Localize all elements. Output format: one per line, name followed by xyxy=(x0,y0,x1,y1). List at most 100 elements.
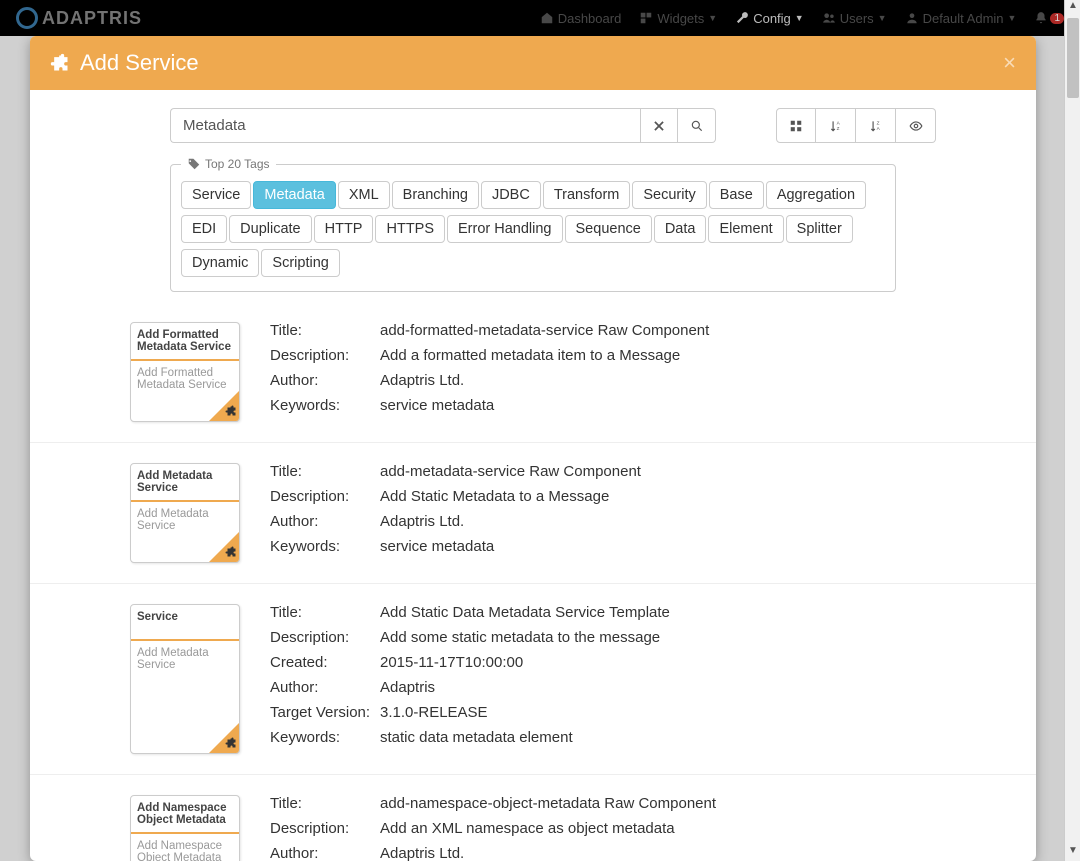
tag-transform[interactable]: Transform xyxy=(543,181,631,209)
tag-metadata[interactable]: Metadata xyxy=(253,181,335,209)
meta-value-description: Add Static Metadata to a Message xyxy=(380,488,609,505)
meta-value-description: Add a formatted metadata item to a Messa… xyxy=(380,347,680,364)
meta-value-author: Adaptris Ltd. xyxy=(380,845,464,861)
eye-icon xyxy=(909,119,923,133)
view-grid-button[interactable] xyxy=(776,108,816,143)
tags-legend-text: Top 20 Tags xyxy=(205,157,270,171)
meta-value-title: add-formatted-metadata-service Raw Compo… xyxy=(380,322,709,339)
puzzle-icon xyxy=(50,53,70,73)
search-input[interactable] xyxy=(170,108,640,143)
result-item[interactable]: Add Formatted Metadata ServiceAdd Format… xyxy=(30,302,1036,442)
meta-row: Title:add-metadata-service Raw Component xyxy=(270,463,976,480)
svg-text:A: A xyxy=(836,120,840,125)
modal-close-button[interactable]: × xyxy=(1003,50,1016,76)
svg-text:A: A xyxy=(876,126,880,131)
meta-value-keywords: service metadata xyxy=(380,397,494,414)
card-subtitle: Add Metadata Service xyxy=(131,641,239,699)
tag-error-handling[interactable]: Error Handling xyxy=(447,215,563,243)
tags-icon xyxy=(187,157,201,171)
puzzle-icon xyxy=(225,737,237,752)
svg-text:Z: Z xyxy=(876,120,879,125)
service-card: Add Formatted Metadata ServiceAdd Format… xyxy=(130,322,240,422)
meta-label-created: Created: xyxy=(270,654,380,671)
tag-sequence[interactable]: Sequence xyxy=(565,215,652,243)
meta-label-keywords: Keywords: xyxy=(270,538,380,555)
puzzle-icon xyxy=(225,546,237,561)
tags-legend: Top 20 Tags xyxy=(181,157,276,171)
tag-jdbc[interactable]: JDBC xyxy=(481,181,541,209)
result-item[interactable]: ServiceAdd Metadata Service Title:Add Sta… xyxy=(30,583,1036,774)
meta-label-title: Title: xyxy=(270,322,380,339)
meta-row: Keywords:service metadata xyxy=(270,538,976,555)
tag-security[interactable]: Security xyxy=(632,181,706,209)
search-icon xyxy=(690,119,704,133)
meta-row: Author:Adaptris Ltd. xyxy=(270,845,976,861)
meta-value-title: Add Static Data Metadata Service Templat… xyxy=(380,604,670,621)
meta-label-keywords: Keywords: xyxy=(270,397,380,414)
close-icon xyxy=(652,119,666,133)
result-list: Add Formatted Metadata ServiceAdd Format… xyxy=(30,302,1036,861)
result-item[interactable]: Add Metadata ServiceAdd Metadata Service… xyxy=(30,442,1036,583)
sort-desc-button[interactable]: ZA xyxy=(856,108,896,143)
meta-value-author: Adaptris Ltd. xyxy=(380,372,464,389)
meta-value-title: add-namespace-object-metadata Raw Compon… xyxy=(380,795,716,812)
meta-row: Keywords:service metadata xyxy=(270,397,976,414)
svg-text:Z: Z xyxy=(836,126,839,131)
service-card: Add Metadata ServiceAdd Metadata Service xyxy=(130,463,240,563)
tag-edi[interactable]: EDI xyxy=(181,215,227,243)
meta-label-author: Author: xyxy=(270,513,380,530)
tags-fieldset: Top 20 Tags ServiceMetadataXMLBranchingJ… xyxy=(170,157,896,292)
meta-row: Target Version:3.1.0-RELEASE xyxy=(270,704,976,721)
meta-label-author: Author: xyxy=(270,372,380,389)
meta-row: Title:add-namespace-object-metadata Raw … xyxy=(270,795,976,812)
sort-asc-icon: AZ xyxy=(829,119,843,133)
meta-table: Title:add-namespace-object-metadata Raw … xyxy=(270,795,976,861)
tag-element[interactable]: Element xyxy=(708,215,783,243)
tag-duplicate[interactable]: Duplicate xyxy=(229,215,311,243)
meta-label-description: Description: xyxy=(270,629,380,646)
meta-label-author: Author: xyxy=(270,845,380,861)
meta-value-title: add-metadata-service Raw Component xyxy=(380,463,641,480)
result-item[interactable]: Add Namespace Object MetadataAdd Namespa… xyxy=(30,774,1036,861)
sort-asc-button[interactable]: AZ xyxy=(816,108,856,143)
modal-title: Add Service xyxy=(80,50,199,76)
tag-container: ServiceMetadataXMLBranchingJDBCTransform… xyxy=(181,181,885,283)
scroll-down-button[interactable]: ▼ xyxy=(1065,845,1080,861)
meta-label-description: Description: xyxy=(270,488,380,505)
meta-table: Title:add-formatted-metadata-service Raw… xyxy=(270,322,976,422)
tag-splitter[interactable]: Splitter xyxy=(786,215,853,243)
search-button[interactable] xyxy=(678,108,716,143)
clear-search-button[interactable] xyxy=(640,108,678,143)
page-scrollbar[interactable]: ▲ ▼ xyxy=(1064,0,1080,861)
scroll-thumb[interactable] xyxy=(1067,18,1079,98)
card-subtitle: Add Namespace Object Metadata xyxy=(131,834,239,861)
card-title: Add Namespace Object Metadata xyxy=(131,796,239,834)
tag-xml[interactable]: XML xyxy=(338,181,390,209)
card-title: Add Metadata Service xyxy=(131,464,239,502)
card-title: Add Formatted Metadata Service xyxy=(131,323,239,361)
modal-body: AZ ZA Top 20 Tags ServiceMetadataXMLBran… xyxy=(30,90,1036,861)
tag-base[interactable]: Base xyxy=(709,181,764,209)
tag-aggregation[interactable]: Aggregation xyxy=(766,181,866,209)
tag-branching[interactable]: Branching xyxy=(392,181,479,209)
meta-label-target_version: Target Version: xyxy=(270,704,380,721)
meta-label-title: Title: xyxy=(270,463,380,480)
meta-value-author: Adaptris xyxy=(380,679,435,696)
meta-value-author: Adaptris Ltd. xyxy=(380,513,464,530)
scroll-up-button[interactable]: ▲ xyxy=(1065,0,1080,16)
tag-scripting[interactable]: Scripting xyxy=(261,249,339,277)
tag-service[interactable]: Service xyxy=(181,181,251,209)
service-card: ServiceAdd Metadata Service xyxy=(130,604,240,754)
meta-row: Description:Add Static Metadata to a Mes… xyxy=(270,488,976,505)
meta-value-keywords: static data metadata element xyxy=(380,729,573,746)
tag-http[interactable]: HTTP xyxy=(314,215,374,243)
toggle-visibility-button[interactable] xyxy=(896,108,936,143)
tag-data[interactable]: Data xyxy=(654,215,707,243)
tag-dynamic[interactable]: Dynamic xyxy=(181,249,259,277)
meta-table: Title:add-metadata-service Raw Component… xyxy=(270,463,976,563)
tag-https[interactable]: HTTPS xyxy=(375,215,445,243)
meta-row: Author:Adaptris Ltd. xyxy=(270,372,976,389)
service-card: Add Namespace Object MetadataAdd Namespa… xyxy=(130,795,240,861)
meta-label-title: Title: xyxy=(270,604,380,621)
meta-row: Keywords:static data metadata element xyxy=(270,729,976,746)
